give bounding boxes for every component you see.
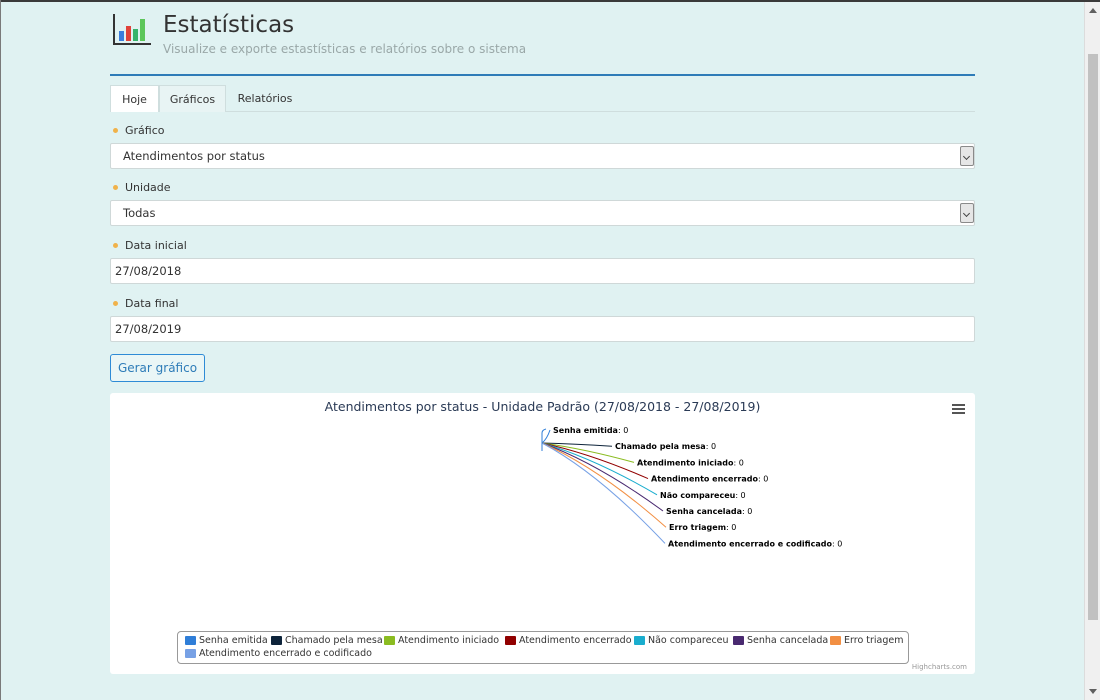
pie-data-label: Erro triagem: 0 (669, 523, 736, 532)
chart-panel: Atendimentos por status - Unidade Padrão… (110, 393, 975, 674)
start-date-input[interactable]: 27/08/2018 (110, 258, 975, 284)
chart-field-label-text: Gráfico (125, 124, 165, 137)
chevron-down-icon[interactable] (960, 146, 974, 166)
scrollbar-thumb[interactable] (1088, 54, 1098, 620)
chart-select-value: Atendimentos por status (123, 149, 265, 163)
vertical-scrollbar[interactable] (1084, 2, 1100, 700)
label-connector (541, 429, 551, 444)
unit-field-label-text: Unidade (125, 181, 171, 194)
bar-chart-icon (113, 14, 151, 45)
required-dot (113, 301, 118, 306)
generate-chart-button[interactable]: Gerar gráfico (110, 354, 205, 382)
pie-data-label: Atendimento encerrado e codificado: 0 (668, 539, 842, 548)
legend-swatch (271, 636, 282, 645)
required-dot (113, 243, 118, 248)
legend-swatch (185, 636, 196, 645)
unit-field-label: Unidade (113, 181, 171, 194)
pie-data-label: Senha emitida: 0 (553, 426, 628, 435)
tab-graficos[interactable]: Gráficos (159, 85, 226, 112)
legend-swatch (634, 636, 645, 645)
end-date-label: Data final (113, 297, 179, 310)
tab-hoje[interactable]: Hoje (110, 85, 159, 112)
pie-chart-plot: Senha emitida: 0 Chamado pela mesa: 0 Aten… (541, 426, 842, 548)
window-left-border (0, 0, 1, 700)
page-title: Estatísticas (163, 12, 295, 38)
unit-select[interactable]: Todas (110, 200, 975, 226)
unit-select-value: Todas (123, 206, 156, 220)
legend-label: Atendimento encerrado (519, 635, 632, 646)
chart-credits[interactable]: Highcharts.com (912, 663, 967, 671)
legend-label: Erro triagem (844, 635, 904, 646)
chart-legend: Senha emitida Chamado pela mesa Atendiment… (177, 631, 909, 664)
chart-select[interactable]: Atendimentos por status (110, 143, 975, 169)
pie-data-label: Senha cancelada: 0 (666, 507, 752, 516)
required-dot (113, 128, 118, 133)
page-content: Estatísticas Visualize e exporte estastí… (110, 0, 975, 674)
legend-swatch (185, 649, 196, 658)
end-date-label-text: Data final (125, 297, 179, 310)
legend-label: Senha cancelada (747, 635, 829, 646)
legend-label: Não compareceu (648, 635, 729, 646)
pie-data-label: Atendimento iniciado: 0 (637, 458, 744, 467)
scroll-up-icon[interactable] (1089, 8, 1097, 13)
legend-label: Atendimento encerrado e codificado (199, 648, 372, 659)
chart-field-label: Gráfico (113, 124, 165, 137)
legend-label: Atendimento iniciado (398, 635, 500, 646)
tab-bar: Hoje Gráficos Relatórios (110, 85, 975, 112)
tab-relatorios[interactable]: Relatórios (226, 85, 304, 112)
legend-swatch (384, 636, 395, 645)
end-date-input[interactable]: 27/08/2019 (110, 316, 975, 342)
pie-data-label: Não compareceu: 0 (660, 491, 746, 500)
legend-swatch (733, 636, 744, 645)
legend-label: Chamado pela mesa (285, 635, 383, 646)
page-header: Estatísticas Visualize e exporte estastí… (110, 0, 975, 76)
legend-label: Senha emitida (199, 635, 268, 646)
scroll-down-icon[interactable] (1089, 689, 1097, 694)
start-date-label: Data inicial (113, 239, 187, 252)
start-date-label-text: Data inicial (125, 239, 187, 252)
legend-swatch (830, 636, 841, 645)
chevron-down-icon[interactable] (960, 203, 974, 223)
page-subtitle: Visualize e exporte estastísticas e rela… (163, 42, 527, 56)
pie-data-label: Atendimento encerrado: 0 (651, 475, 768, 484)
pie-data-label: Chamado pela mesa: 0 (615, 442, 716, 451)
legend-swatch (505, 636, 516, 645)
required-dot (113, 185, 118, 190)
